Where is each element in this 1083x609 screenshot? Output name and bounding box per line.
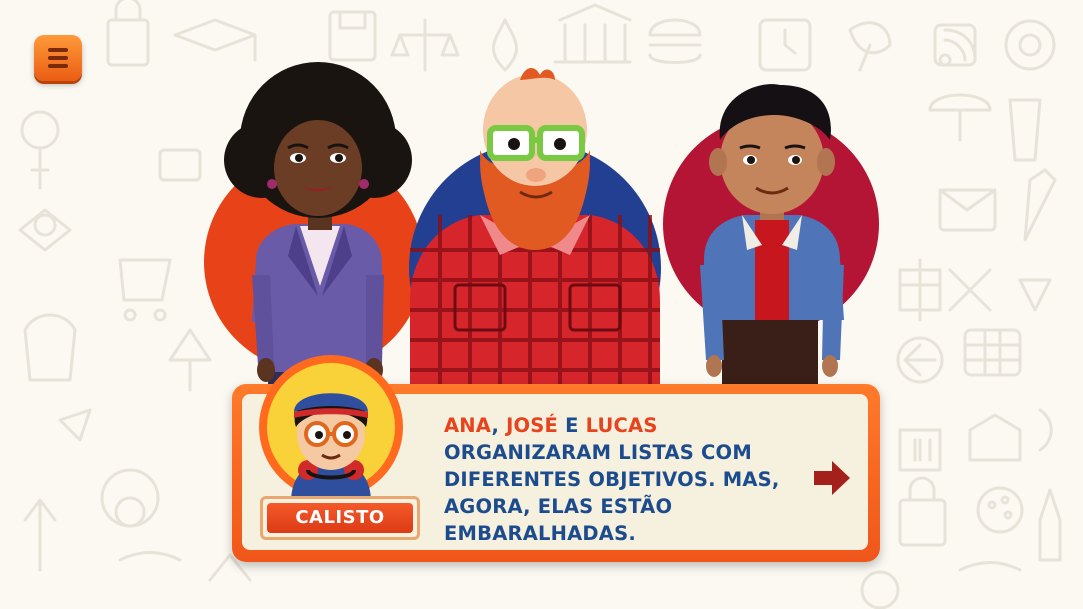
character-lucas — [700, 84, 844, 385]
name-ana: ANA — [444, 414, 492, 437]
dialog-text: ANA, JOSÉ E LUCAS ORGANIZARAM LISTAS COM… — [444, 412, 784, 547]
right-arrow-icon — [814, 461, 850, 495]
dialog-line-3: DIFERENTES OBJETIVOS. MAS, — [444, 468, 780, 491]
dialog-line-2: ORGANIZARAM LISTAS COM — [444, 441, 752, 464]
dialog-line-4: AGORA, ELAS ESTÃO — [444, 495, 673, 518]
dialog-box: ANA, JOSÉ E LUCAS ORGANIZARAM LISTAS COM… — [232, 355, 880, 562]
next-button[interactable] — [810, 458, 854, 498]
dialog-line-5: EMBARALHADAS. — [444, 522, 636, 545]
speaker-name-tag: CALISTO — [260, 496, 420, 540]
name-lucas: LUCAS — [585, 414, 658, 437]
calisto-avatar — [259, 355, 403, 502]
names-comma: , — [491, 414, 507, 437]
name-jose: JOSÉ — [506, 414, 559, 437]
speaker-name: CALISTO — [267, 503, 413, 533]
dialog-line-names: ANA, JOSÉ E LUCAS — [444, 412, 784, 439]
names-connector: E — [558, 414, 586, 437]
